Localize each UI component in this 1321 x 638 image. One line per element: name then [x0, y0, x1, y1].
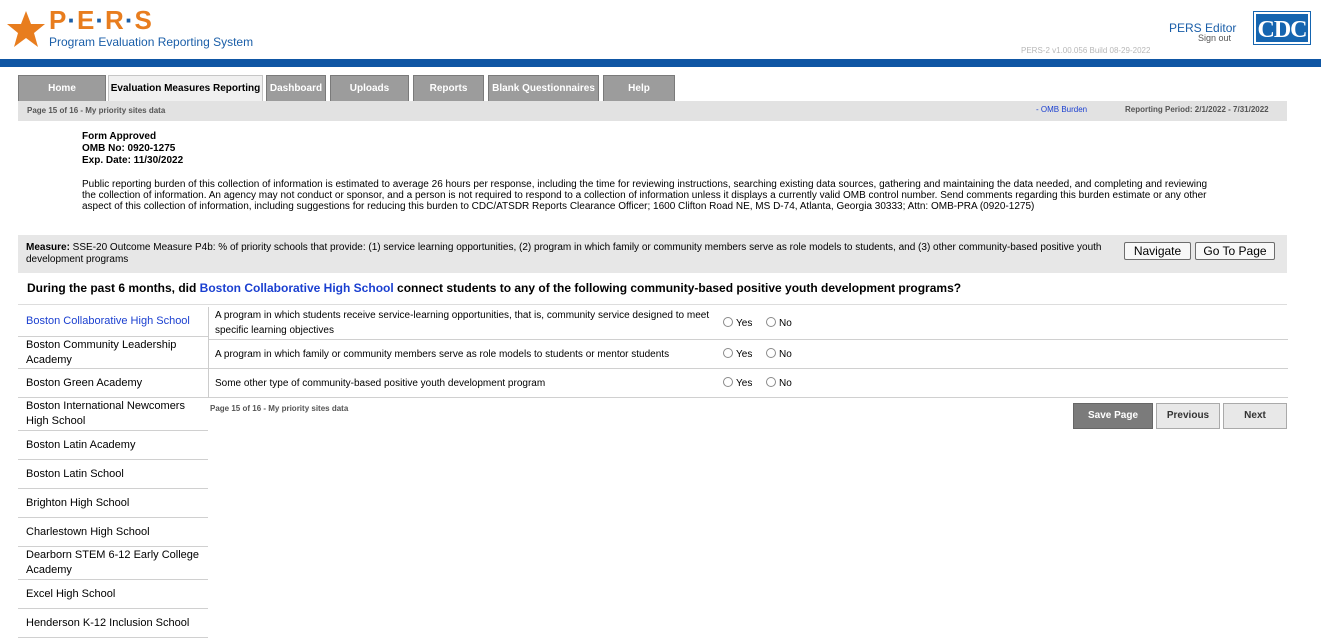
measure-description: Measure: SSE-20 Outcome Measure P4b: % o… [26, 242, 1116, 266]
omb-burden-link[interactable]: - OMB Burden [1036, 105, 1087, 114]
sidebar-item-boston-community-leadership-academy[interactable]: Boston Community Leadership Academy [18, 337, 208, 369]
logo-letter: E [77, 5, 96, 35]
question-item-text: A program in which family or community m… [215, 349, 670, 360]
no-label: No [779, 378, 792, 389]
form-approved-label: Form Approved [82, 131, 157, 142]
sign-out-link[interactable]: Sign out [1198, 33, 1231, 43]
yes-label: Yes [736, 378, 753, 389]
question-item-text: Some other type of community-based posit… [215, 378, 546, 389]
question-row: Some other type of community-based posit… [209, 369, 1288, 398]
next-button[interactable]: Next [1223, 403, 1287, 429]
school-list: Boston Collaborative High School Boston … [18, 307, 208, 638]
tab-dashboard[interactable]: Dashboard [266, 75, 326, 101]
sidebar-item-label: Boston Collaborative High School [26, 315, 190, 327]
expiration-date: Exp. Date: 11/30/2022 [82, 155, 184, 166]
sidebar-item-label: Boston Latin Academy [26, 438, 136, 451]
reporting-period: Reporting Period: 2/1/2022 - 7/31/2022 [1125, 105, 1269, 114]
sidebar-item-label: Excel High School [26, 587, 116, 600]
sidebar-item-label: Henderson K-12 Inclusion School [26, 616, 190, 629]
previous-button[interactable]: Previous [1156, 403, 1220, 429]
sidebar-item-label: Brighton High School [26, 496, 130, 509]
logo-letter: P [49, 5, 68, 35]
question-header: During the past 6 months, did Boston Col… [18, 273, 1287, 305]
tab-uploads[interactable]: Uploads [330, 75, 409, 101]
go-to-page-button[interactable]: Go To Page [1195, 242, 1275, 260]
version-info: PERS-2 v1.00.056 Build 08-29-2022 [1021, 46, 1151, 55]
question-prefix: During the past 6 months, did [27, 281, 200, 295]
question-row: A program in which family or community m… [209, 340, 1288, 369]
sidebar-item-boston-international-newcomers[interactable]: Boston International Newcomers High Scho… [18, 398, 208, 431]
no-label: No [779, 318, 792, 329]
no-radio[interactable] [766, 377, 776, 387]
sidebar-item-excel-high-school[interactable]: Excel High School [18, 580, 208, 609]
navigate-button[interactable]: Navigate [1124, 242, 1191, 260]
page-subbar: Page 15 of 16 - My priority sites data -… [18, 101, 1287, 121]
burden-statement: Public reporting burden of this collecti… [82, 179, 1208, 212]
sidebar-item-label: Boston International Newcomers High Scho… [26, 400, 185, 427]
sidebar-item-henderson-k12-inclusion-school[interactable]: Henderson K-12 Inclusion School [18, 609, 208, 638]
star-icon [7, 11, 45, 47]
yes-label: Yes [736, 318, 753, 329]
measure-text: SSE-20 Outcome Measure P4b: % of priorit… [26, 242, 1102, 265]
question-item-text: A program in which students receive serv… [215, 310, 710, 336]
measure-label: Measure: [26, 242, 70, 253]
app-subtitle: Program Evaluation Reporting System [49, 35, 254, 49]
no-radio[interactable] [766, 317, 776, 327]
yes-radio[interactable] [723, 348, 733, 358]
sidebar-item-boston-latin-school[interactable]: Boston Latin School [18, 460, 208, 489]
tab-reports[interactable]: Reports [413, 75, 484, 101]
sidebar-item-boston-green-academy[interactable]: Boston Green Academy [18, 369, 208, 398]
app-logo: P·E·R·S [49, 5, 153, 35]
logo-letter: R [105, 5, 125, 35]
yes-radio[interactable] [723, 317, 733, 327]
cdc-logo: CDC [1253, 11, 1311, 45]
tab-blank-questionnaires[interactable]: Blank Questionnaires [488, 75, 599, 101]
sidebar-item-dearborn-stem-academy[interactable]: Dearborn STEM 6-12 Early College Academy [18, 547, 208, 580]
yes-radio[interactable] [723, 377, 733, 387]
no-label: No [779, 349, 792, 360]
questions-table: A program in which students receive serv… [208, 307, 1288, 398]
header-divider [0, 59, 1321, 67]
sidebar-item-charlestown-high-school[interactable]: Charlestown High School [18, 518, 208, 547]
sidebar-item-boston-collaborative-high-school[interactable]: Boston Collaborative High School [18, 307, 208, 337]
question-text: During the past 6 months, did Boston Col… [27, 281, 961, 295]
sidebar-item-boston-latin-academy[interactable]: Boston Latin Academy [18, 431, 208, 460]
no-radio[interactable] [766, 348, 776, 358]
sidebar-item-label: Dearborn STEM 6-12 Early College Academy [26, 549, 200, 576]
question-school-name: Boston Collaborative High School [199, 281, 394, 295]
sidebar-item-label: Boston Green Academy [26, 376, 143, 389]
yes-label: Yes [736, 349, 753, 360]
sidebar-item-label: Boston Community Leadership Academy [26, 338, 177, 366]
save-page-button[interactable]: Save Page [1073, 403, 1153, 429]
logo-letter: S [134, 5, 153, 35]
footer-page-indicator: Page 15 of 16 - My priority sites data [210, 404, 349, 413]
sidebar-item-brighton-high-school[interactable]: Brighton High School [18, 489, 208, 518]
tab-evaluation-measures-reporting[interactable]: Evaluation Measures Reporting [108, 75, 263, 102]
question-suffix: connect students to any of the following… [393, 281, 962, 295]
sidebar-item-label: Boston Latin School [26, 467, 124, 480]
omb-number: OMB No: 0920-1275 [82, 143, 176, 154]
form-approval-block: Form Approved OMB No: 0920-1275 Exp. Dat… [82, 131, 183, 167]
sidebar-item-label: Charlestown High School [26, 525, 150, 538]
question-row: A program in which students receive serv… [209, 307, 1288, 340]
page-indicator: Page 15 of 16 - My priority sites data [27, 106, 166, 115]
tab-help[interactable]: Help [603, 75, 675, 101]
tab-home[interactable]: Home [18, 75, 106, 101]
measure-bar: Measure: SSE-20 Outcome Measure P4b: % o… [18, 235, 1287, 273]
page-header: P·E·R·S Program Evaluation Reporting Sys… [0, 0, 1321, 60]
